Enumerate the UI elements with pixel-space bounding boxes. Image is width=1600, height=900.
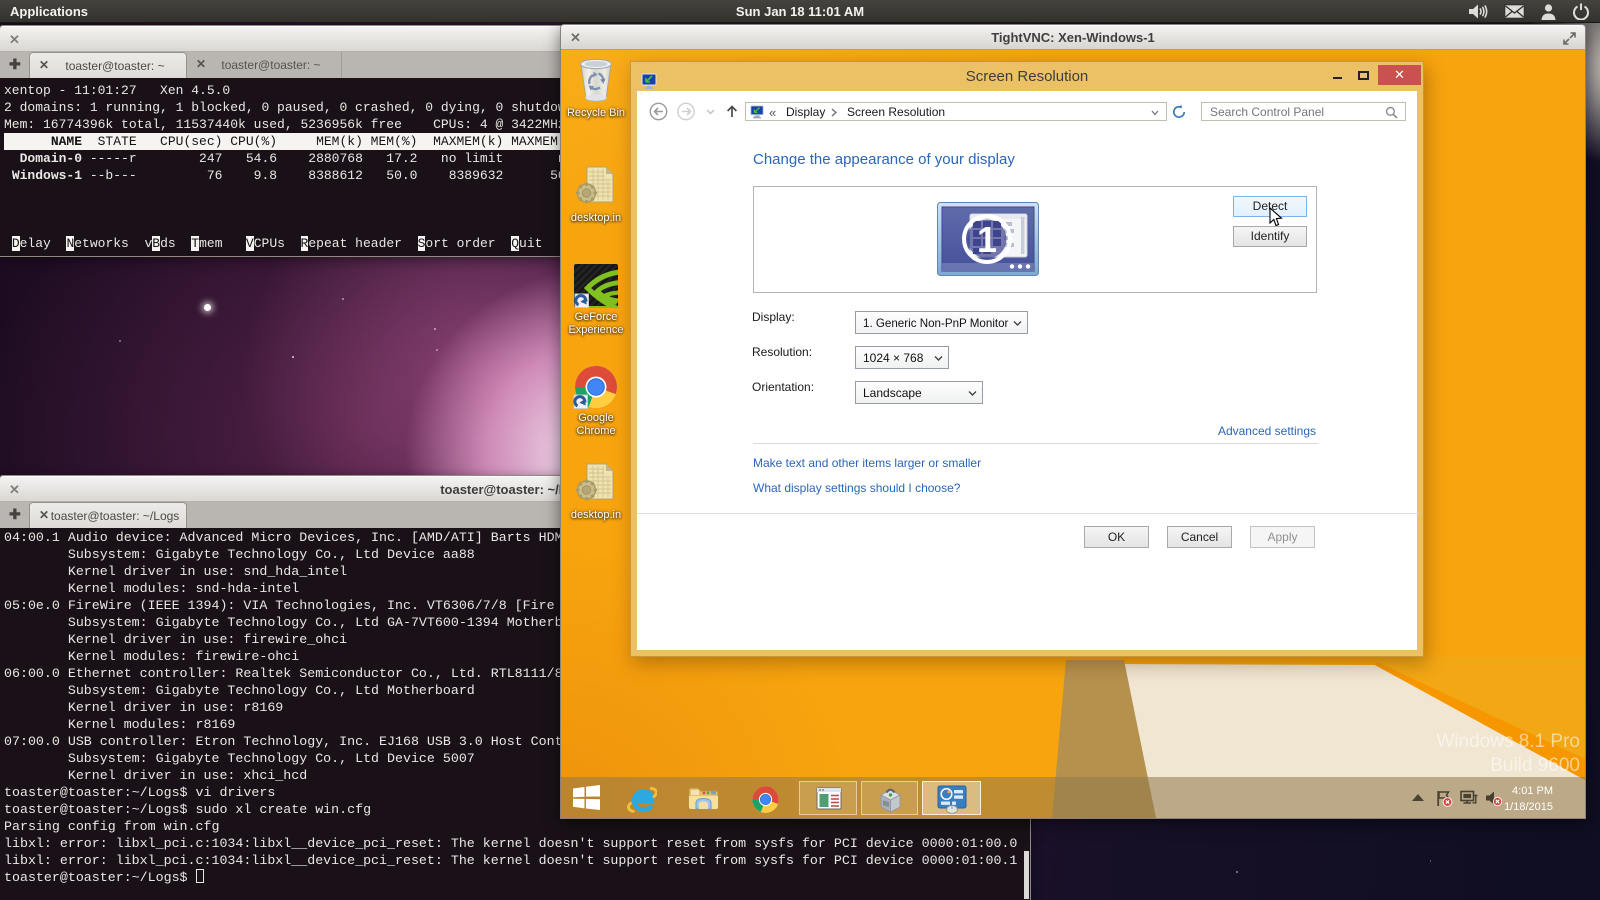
svg-text:1: 1 xyxy=(977,219,997,260)
